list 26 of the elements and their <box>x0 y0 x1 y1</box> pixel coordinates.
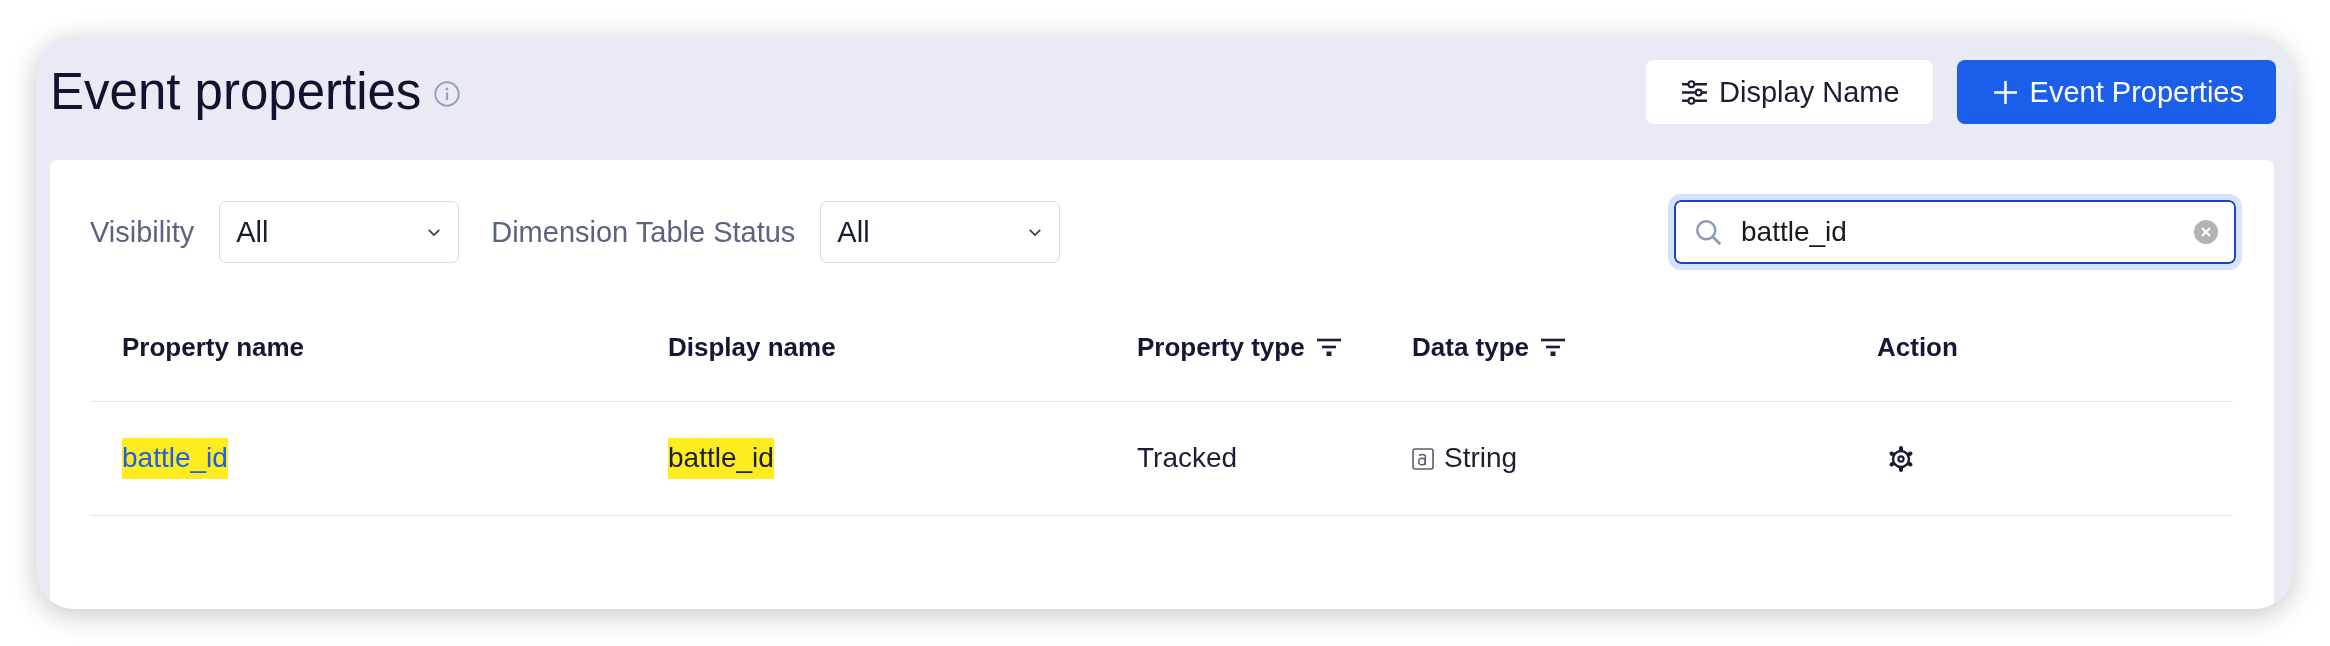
type-icon <box>1412 447 1434 470</box>
display-name-button[interactable]: Display Name <box>1646 60 1933 124</box>
table-cell-text: Tracked <box>1137 441 1238 476</box>
column-header: Property type <box>1137 331 1305 363</box>
column-header: Display name <box>668 331 836 363</box>
table-link[interactable]: battle_id <box>122 438 228 479</box>
dropdown-select[interactable]: All <box>820 201 1061 263</box>
chevron-down-icon <box>1028 227 1043 237</box>
column-header: Action <box>1877 331 1958 363</box>
sliders-icon <box>1681 79 1709 105</box>
dropdown-select[interactable]: All <box>219 201 460 263</box>
search-icon <box>1695 219 1722 246</box>
gear-icon[interactable] <box>1887 444 1915 473</box>
column-header: Data type <box>1412 331 1530 363</box>
column-header: Property name <box>122 331 305 363</box>
filter-icon[interactable] <box>1541 338 1566 356</box>
filter-label: Dimension Table Status <box>491 215 796 249</box>
add-button[interactable]: Event Properties <box>1956 60 2276 124</box>
filter-label: Visibility <box>90 215 195 249</box>
search-field[interactable]: battle_id <box>1668 194 2242 270</box>
page-title: Event properties <box>50 63 422 121</box>
table-cell: battle_id <box>668 438 774 479</box>
plus-icon <box>1992 79 2018 105</box>
chevron-down-icon <box>427 227 442 237</box>
table-cell-text: String <box>1444 441 1518 476</box>
filter-icon[interactable] <box>1316 338 1341 356</box>
